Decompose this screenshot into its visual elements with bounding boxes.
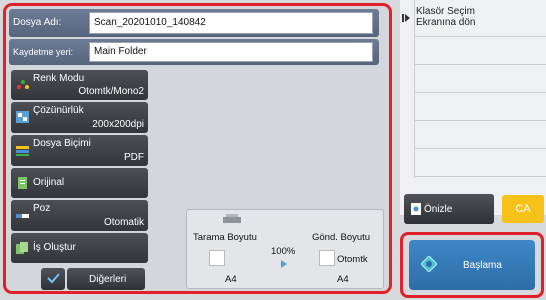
- check-icon: [46, 271, 60, 288]
- settings-panel: Dosya Adı: Scan_20201010_140842 Kaydetme…: [3, 3, 392, 294]
- send-size-label: Gönd. Boyutu: [312, 232, 371, 243]
- folder-row-divider: [414, 92, 546, 93]
- job-build-icon: [16, 242, 29, 254]
- original-label: Orijinal: [33, 177, 65, 188]
- send-size-value: A4: [337, 274, 349, 285]
- preview-label: Önizle: [424, 204, 453, 215]
- exposure-value: Otomatik: [103, 217, 144, 228]
- folder-row-divider: [414, 36, 546, 37]
- start-label: Başlama: [463, 260, 502, 271]
- save-location-row[interactable]: Kaydetme yeri: Main Folder: [9, 39, 379, 65]
- return-arrow-icon: [402, 14, 410, 25]
- exposure-button[interactable]: Poz Otomatik: [11, 200, 148, 231]
- folder-row-divider: [414, 64, 546, 65]
- original-button[interactable]: Orijinal: [11, 168, 148, 198]
- preview-button[interactable]: Önizle: [404, 194, 494, 224]
- file-format-button[interactable]: Dosya Biçimi PDF: [11, 135, 148, 166]
- scan-paper-icon: [209, 250, 225, 266]
- color-mode-label: Renk Modu: [33, 73, 85, 84]
- size-preview[interactable]: Tarama Boyutu Gönd. Boyutu 100% Otomtk A…: [186, 209, 384, 289]
- file-format-label: Dosya Biçimi: [33, 138, 91, 149]
- file-name-input[interactable]: Scan_20201010_140842: [89, 12, 373, 34]
- scan-size-label: Tarama Boyutu: [193, 232, 257, 243]
- send-mode-value: Otomtk: [337, 254, 368, 265]
- file-format-value: PDF: [124, 152, 144, 163]
- scan-size-value: A4: [225, 274, 237, 285]
- others-label: Diğerleri: [89, 274, 127, 285]
- others-toggle[interactable]: [41, 268, 65, 290]
- save-location-label: Kaydetme yeri:: [13, 47, 74, 57]
- resolution-label: Çözünürlük: [33, 105, 84, 116]
- folder-row-divider: [414, 120, 546, 121]
- save-location-input[interactable]: Main Folder: [89, 42, 373, 62]
- color-mode-button[interactable]: Renk Modu Otomtk/Mono2: [11, 70, 148, 100]
- file-name-row[interactable]: Dosya Adı: Scan_20201010_140842: [9, 9, 379, 37]
- others-button[interactable]: Diğerleri: [67, 268, 145, 290]
- ratio-value: 100%: [271, 246, 296, 257]
- start-button[interactable]: Başlama: [409, 240, 535, 290]
- arrow-right-icon: [281, 260, 287, 271]
- file-format-icon: [16, 144, 29, 156]
- color-mode-value: Otomtk/Mono2: [78, 86, 144, 97]
- exposure-label: Poz: [33, 203, 51, 214]
- job-build-button[interactable]: İş Oluştur: [11, 233, 148, 263]
- folder-row-divider: [414, 148, 546, 149]
- ca-button[interactable]: CA: [502, 195, 544, 223]
- resolution-icon: [16, 111, 29, 123]
- send-paper-icon: [319, 250, 335, 266]
- file-name-label: Dosya Adı:: [13, 17, 62, 28]
- folder-select-return[interactable]: Klasör Seçim Ekranına dön: [416, 6, 486, 28]
- start-highlight: Başlama: [400, 232, 544, 298]
- start-icon: [420, 255, 438, 275]
- folder-list-border: [414, 0, 415, 178]
- resolution-button[interactable]: Çözünürlük 200x200dpi: [11, 102, 148, 133]
- scanner-icon: [223, 214, 241, 227]
- original-icon: [16, 177, 29, 189]
- color-mode-icon: [16, 78, 29, 90]
- folder-row-divider: [414, 176, 546, 177]
- exposure-icon: [16, 210, 29, 222]
- preview-icon: [410, 203, 422, 218]
- job-build-label: İş Oluştur: [33, 242, 76, 253]
- resolution-value: 200x200dpi: [92, 119, 144, 130]
- folder-list-panel: Klasör Seçim Ekranına dön: [400, 0, 546, 215]
